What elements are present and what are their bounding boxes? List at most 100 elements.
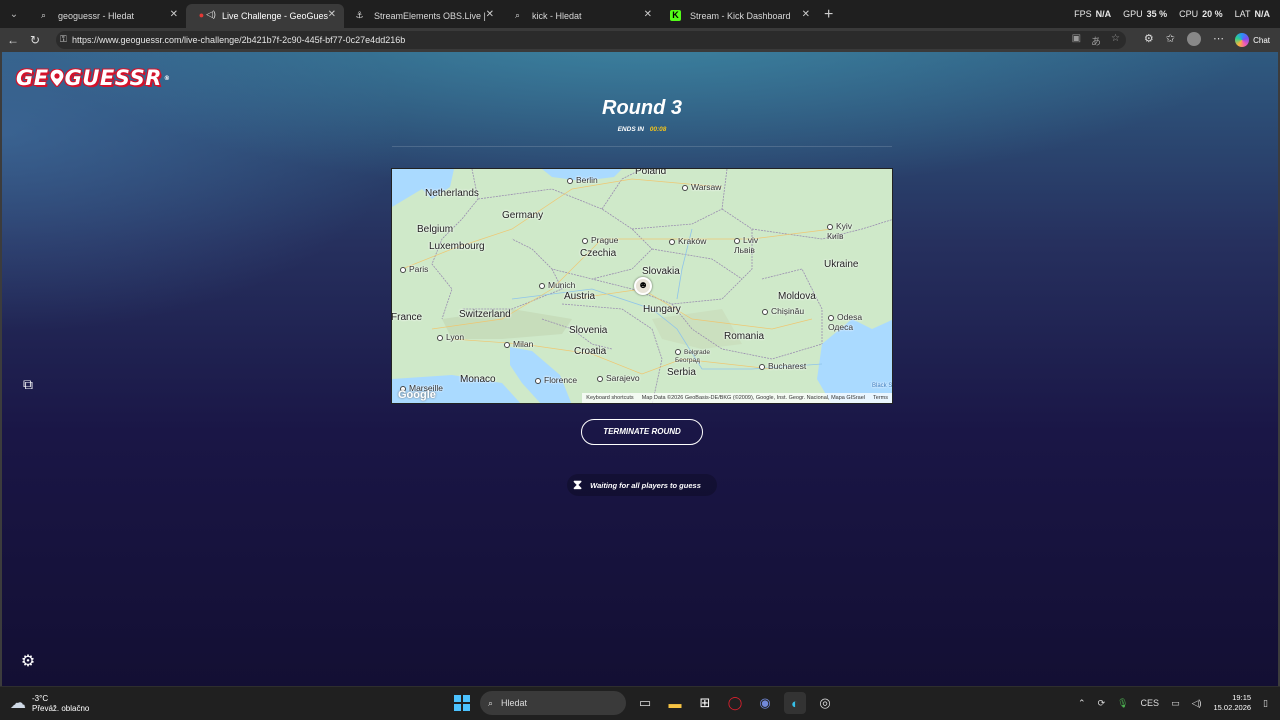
url-text: https://www.geoguessr.com/live-challenge… bbox=[72, 35, 406, 45]
hourglass-icon: ⧗ bbox=[573, 477, 583, 492]
map-label-hungary: Hungary bbox=[643, 304, 681, 315]
profile-avatar-icon[interactable] bbox=[1187, 32, 1201, 46]
clock[interactable]: 19:15 15.02.2026 bbox=[1214, 693, 1252, 713]
reload-icon[interactable]: ↻ bbox=[24, 33, 46, 47]
close-tab-icon[interactable]: ✕ bbox=[328, 9, 336, 20]
map-pin-logo-icon bbox=[49, 69, 64, 87]
map-label-ukraine: Ukraine bbox=[824, 259, 859, 270]
map-city-milan: Milan bbox=[504, 339, 533, 349]
taskbar-search[interactable]: ⌕ Hledat bbox=[480, 691, 626, 715]
tab-title: Stream - Kick Dashboard bbox=[690, 11, 791, 21]
round-title: Round 3 bbox=[602, 97, 682, 119]
performance-overlay: FPS N/A GPU 35 % CPU 20 % LAT N/A bbox=[1074, 0, 1270, 28]
map-label-france: France bbox=[391, 312, 423, 323]
microphone-icon[interactable]: 🎙 bbox=[1117, 698, 1128, 709]
close-tab-icon[interactable]: ✕ bbox=[802, 9, 810, 20]
weather-description: Převáž. oblačno bbox=[32, 704, 90, 713]
gpu-readout: GPU 35 % bbox=[1123, 9, 1168, 19]
edge-icon[interactable]: ◐ bbox=[784, 692, 806, 714]
map-city-kyiv: Kyiv Київ bbox=[827, 221, 853, 241]
tab-streamelements[interactable]: ⚓ StreamElements OBS.Live | Stream ✕ bbox=[344, 4, 502, 28]
favorites-icon[interactable]: ✩ bbox=[1166, 32, 1175, 46]
task-view-icon[interactable]: ▭ bbox=[634, 692, 656, 714]
app-available-icon[interactable]: ▣ bbox=[1072, 33, 1081, 48]
system-tray: ⌃ ⟳ 🎙 CES ▭ ◁) 19:15 15.02.2026 ▯ bbox=[1078, 693, 1268, 713]
map-label-monaco: Monaco bbox=[460, 374, 496, 385]
chevron-up-icon[interactable]: ⌃ bbox=[1078, 698, 1086, 709]
temperature: -3°C bbox=[32, 694, 49, 703]
ends-in-label: ENDS IN bbox=[617, 126, 644, 133]
windows-start-icon[interactable] bbox=[452, 693, 472, 713]
settings-gear-icon[interactable]: ⚙ bbox=[18, 652, 38, 672]
map-label-serbia: Serbia bbox=[667, 367, 696, 378]
clock-date: 15.02.2026 bbox=[1213, 703, 1252, 712]
more-menu-icon[interactable]: ⋯ bbox=[1213, 32, 1224, 46]
map-label-austria: Austria bbox=[564, 291, 596, 302]
sync-icon[interactable]: ⟳ bbox=[1098, 698, 1106, 709]
waiting-text: Waiting for all players to guess bbox=[590, 480, 701, 490]
notification-icon[interactable]: ▯ bbox=[1263, 698, 1268, 709]
map-label-czechia: Czechia bbox=[580, 248, 617, 259]
network-icon[interactable]: ▭ bbox=[1171, 698, 1180, 709]
close-tab-icon[interactable]: ✕ bbox=[486, 9, 494, 20]
tab-kick-search[interactable]: ⌕ kick - Hledat ✕ bbox=[502, 4, 660, 28]
map-city-sarajevo: Sarajevo bbox=[597, 373, 640, 383]
obs-icon[interactable]: ◎ bbox=[814, 692, 836, 714]
tab-title: Live Challenge - GeoGuessr bbox=[222, 11, 328, 21]
map-attribution-bar: Keyboard shortcuts Map Data ©2026 GeoBas… bbox=[582, 393, 892, 403]
map-label-switzerland: Switzerland bbox=[459, 309, 511, 320]
weather-widget[interactable]: ☁ -3°C Převáž. oblačno bbox=[10, 694, 89, 714]
terminate-round-button[interactable]: TERMINATE ROUND bbox=[581, 419, 703, 445]
close-tab-icon[interactable]: ✕ bbox=[170, 9, 178, 20]
map-city-bucharest: Bucharest bbox=[759, 361, 806, 371]
browser-tab-bar: ⌄ ⌕ geoguessr - Hledat ✕ ● ◁) Live Chall… bbox=[0, 0, 1280, 28]
round-timer: ENDS IN 00:08 bbox=[2, 126, 1280, 133]
map-city-berlin: Berlin bbox=[567, 175, 598, 185]
tab-geoguessr-search[interactable]: ⌕ geoguessr - Hledat ✕ bbox=[28, 4, 186, 28]
speaker-icon[interactable]: ◁) bbox=[206, 9, 216, 20]
map-label-belgium: Belgium bbox=[417, 224, 454, 235]
new-tab-button[interactable]: + bbox=[824, 6, 833, 24]
microsoft-store-icon[interactable]: ⊞ bbox=[694, 692, 716, 714]
chat-overlay-icon[interactable]: ⧉ bbox=[18, 374, 38, 394]
favorite-star-icon[interactable]: ☆ bbox=[1111, 33, 1120, 48]
taskbar-apps: ⌕ Hledat ▭ ▬ ⊞ ◯ ◉ ◐ ◎ bbox=[452, 691, 836, 715]
map-label-poland: Poland bbox=[635, 168, 667, 177]
tab-live-challenge[interactable]: ● ◁) Live Challenge - GeoGuessr ✕ bbox=[186, 4, 344, 28]
geoguessr-logo[interactable]: GE GUESSR ® bbox=[16, 66, 170, 90]
map-city-lviv: Lviv Львів bbox=[734, 235, 759, 255]
tab-title: geoguessr - Hledat bbox=[58, 11, 135, 21]
close-tab-icon[interactable]: ✕ bbox=[644, 9, 652, 20]
map-city-belgrade: Belgrade Београд bbox=[675, 349, 711, 364]
waiting-status: ⧗ Waiting for all players to guess bbox=[567, 474, 717, 496]
tab-kick-dashboard[interactable]: K Stream - Kick Dashboard ✕ bbox=[660, 4, 818, 28]
site-info-icon[interactable]: ⚿ bbox=[60, 34, 67, 45]
tab-actions-menu-icon[interactable]: ⌄ bbox=[0, 0, 28, 28]
map-city-paris: Paris bbox=[400, 264, 428, 274]
address-bar[interactable]: ⚿ https://www.geoguessr.com/live-challen… bbox=[56, 31, 1126, 49]
map-city-chisinau: Chișinău bbox=[762, 306, 804, 316]
keyboard-shortcuts-link[interactable]: Keyboard shortcuts bbox=[586, 395, 633, 401]
extensions-icon[interactable]: ⚙ bbox=[1144, 32, 1154, 46]
terms-link[interactable]: Terms bbox=[873, 395, 888, 401]
copilot-chat-button[interactable]: Chat bbox=[1235, 32, 1270, 48]
map-city-prague: Prague bbox=[582, 235, 618, 245]
player-avatar-marker[interactable]: ☻ bbox=[634, 277, 652, 295]
file-explorer-icon[interactable]: ▬ bbox=[664, 692, 686, 714]
google-logo: Google bbox=[398, 389, 436, 401]
windows-taskbar: ☁ -3°C Převáž. oblačno ⌕ Hledat ▭ ▬ ⊞ ◯ … bbox=[0, 686, 1280, 720]
translate-icon[interactable]: あ bbox=[1091, 33, 1101, 48]
language-indicator[interactable]: CES bbox=[1141, 698, 1160, 708]
map-label-slovenia: Slovenia bbox=[569, 325, 608, 336]
volume-icon[interactable]: ◁) bbox=[1192, 698, 1202, 709]
back-arrow-icon[interactable]: ← bbox=[2, 33, 24, 47]
header-divider bbox=[392, 146, 892, 147]
opera-icon[interactable]: ◯ bbox=[724, 692, 746, 714]
fps-readout: FPS N/A bbox=[1074, 9, 1112, 19]
discord-icon[interactable]: ◉ bbox=[754, 692, 776, 714]
map-city-florence: Florence bbox=[535, 375, 577, 385]
guess-map[interactable]: Poland Netherlands Germany Belgium Luxem… bbox=[391, 168, 893, 404]
geoguessr-page: GE GUESSR ® Round 3 ENDS IN 00:08 Poland… bbox=[0, 52, 1280, 686]
countdown-time: 00:08 bbox=[649, 126, 667, 133]
map-city-lyon: Lyon bbox=[437, 332, 464, 342]
